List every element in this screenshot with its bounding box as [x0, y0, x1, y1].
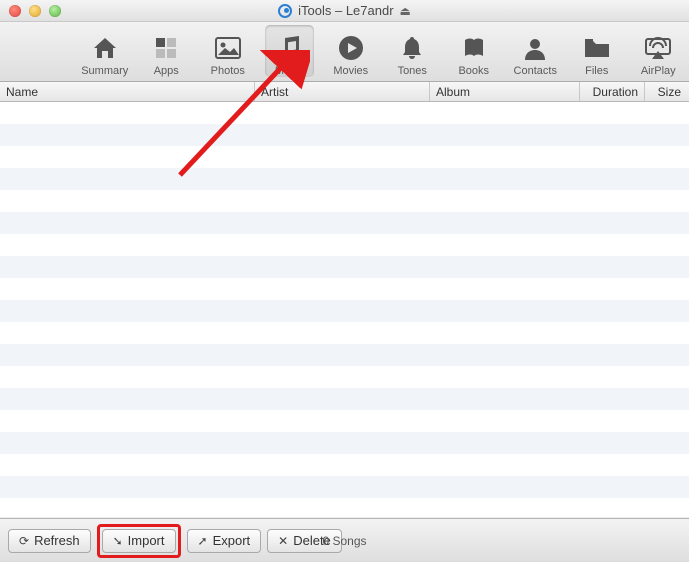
tab-label: Books — [458, 65, 489, 77]
home-icon — [92, 33, 118, 63]
close-window-button[interactable] — [9, 5, 21, 17]
airplay-icon — [644, 33, 672, 63]
table-row — [0, 388, 689, 410]
tab-contacts[interactable]: Contacts — [511, 25, 561, 77]
tab-label: Tones — [398, 65, 427, 77]
window-title: iTools – Le7andr ⏏ — [0, 3, 689, 18]
status-text: 0 Songs — [322, 534, 366, 548]
refresh-icon: ⟳ — [19, 534, 29, 548]
export-button[interactable]: ➚ Export — [187, 529, 262, 553]
table-row — [0, 190, 689, 212]
traffic-lights — [0, 5, 61, 17]
button-label: Import — [128, 533, 165, 548]
eject-icon[interactable]: ⏏ — [400, 4, 411, 18]
refresh-button[interactable]: ⟳ Refresh — [8, 529, 91, 553]
main-toolbar: Summary Apps Photos Music Movies Tones — [0, 22, 689, 82]
column-header-size[interactable]: Size — [645, 82, 689, 101]
apps-grid-icon — [154, 33, 178, 63]
table-row — [0, 498, 689, 517]
column-header-artist[interactable]: Artist — [255, 82, 430, 101]
table-row — [0, 432, 689, 454]
export-arrow-icon: ➚ — [198, 534, 208, 548]
table-row — [0, 212, 689, 234]
table-row — [0, 278, 689, 300]
window-titlebar: iTools – Le7andr ⏏ — [0, 0, 689, 22]
tab-label: Music — [275, 65, 304, 77]
button-label: Refresh — [34, 533, 80, 548]
column-header-name[interactable]: Name — [0, 82, 255, 101]
table-row — [0, 366, 689, 388]
table-row — [0, 124, 689, 146]
annotation-highlight: ➘ Import — [97, 524, 181, 558]
minimize-window-button[interactable] — [29, 5, 41, 17]
tab-label: Contacts — [514, 65, 557, 77]
folder-icon — [583, 33, 611, 63]
table-row — [0, 256, 689, 278]
tab-apps[interactable]: Apps — [142, 25, 192, 77]
tab-label: Apps — [154, 65, 179, 77]
table-row — [0, 168, 689, 190]
tab-tones[interactable]: Tones — [388, 25, 438, 77]
tab-label: Files — [585, 65, 608, 77]
table-row — [0, 476, 689, 498]
bell-icon — [401, 33, 423, 63]
photos-icon — [215, 33, 241, 63]
tab-photos[interactable]: Photos — [203, 25, 253, 77]
tab-label: Summary — [81, 65, 128, 77]
button-label: Export — [213, 533, 251, 548]
tab-label: Photos — [211, 65, 245, 77]
zoom-window-button[interactable] — [49, 5, 61, 17]
tab-summary[interactable]: Summary — [80, 25, 130, 77]
tab-books[interactable]: Books — [449, 25, 499, 77]
contacts-icon — [523, 33, 547, 63]
table-row — [0, 454, 689, 476]
tab-music[interactable]: Music — [265, 25, 315, 77]
song-list[interactable] — [0, 102, 689, 517]
table-row — [0, 234, 689, 256]
import-arrow-icon: ➘ — [113, 534, 123, 548]
column-header-album[interactable]: Album — [430, 82, 580, 101]
table-row — [0, 344, 689, 366]
window-title-text: iTools – Le7andr — [298, 3, 393, 18]
table-row — [0, 410, 689, 432]
table-row — [0, 322, 689, 344]
delete-x-icon: ✕ — [278, 534, 288, 548]
table-row — [0, 300, 689, 322]
app-logo-icon — [278, 4, 292, 18]
music-note-icon — [277, 33, 301, 63]
table-header: Name Artist Album Duration Size — [0, 82, 689, 102]
import-button[interactable]: ➘ Import — [102, 529, 176, 553]
tab-movies[interactable]: Movies — [326, 25, 376, 77]
play-circle-icon — [338, 33, 364, 63]
tab-label: Movies — [333, 65, 368, 77]
tab-label: AirPlay — [641, 65, 676, 77]
table-row — [0, 146, 689, 168]
book-icon — [462, 33, 486, 63]
tab-airplay[interactable]: AirPlay — [634, 25, 684, 77]
column-header-duration[interactable]: Duration — [580, 82, 645, 101]
tab-files[interactable]: Files — [572, 25, 622, 77]
table-row — [0, 102, 689, 124]
bottom-toolbar: ⟳ Refresh ➘ Import ➚ Export ✕ Delete 0 S… — [0, 518, 689, 562]
